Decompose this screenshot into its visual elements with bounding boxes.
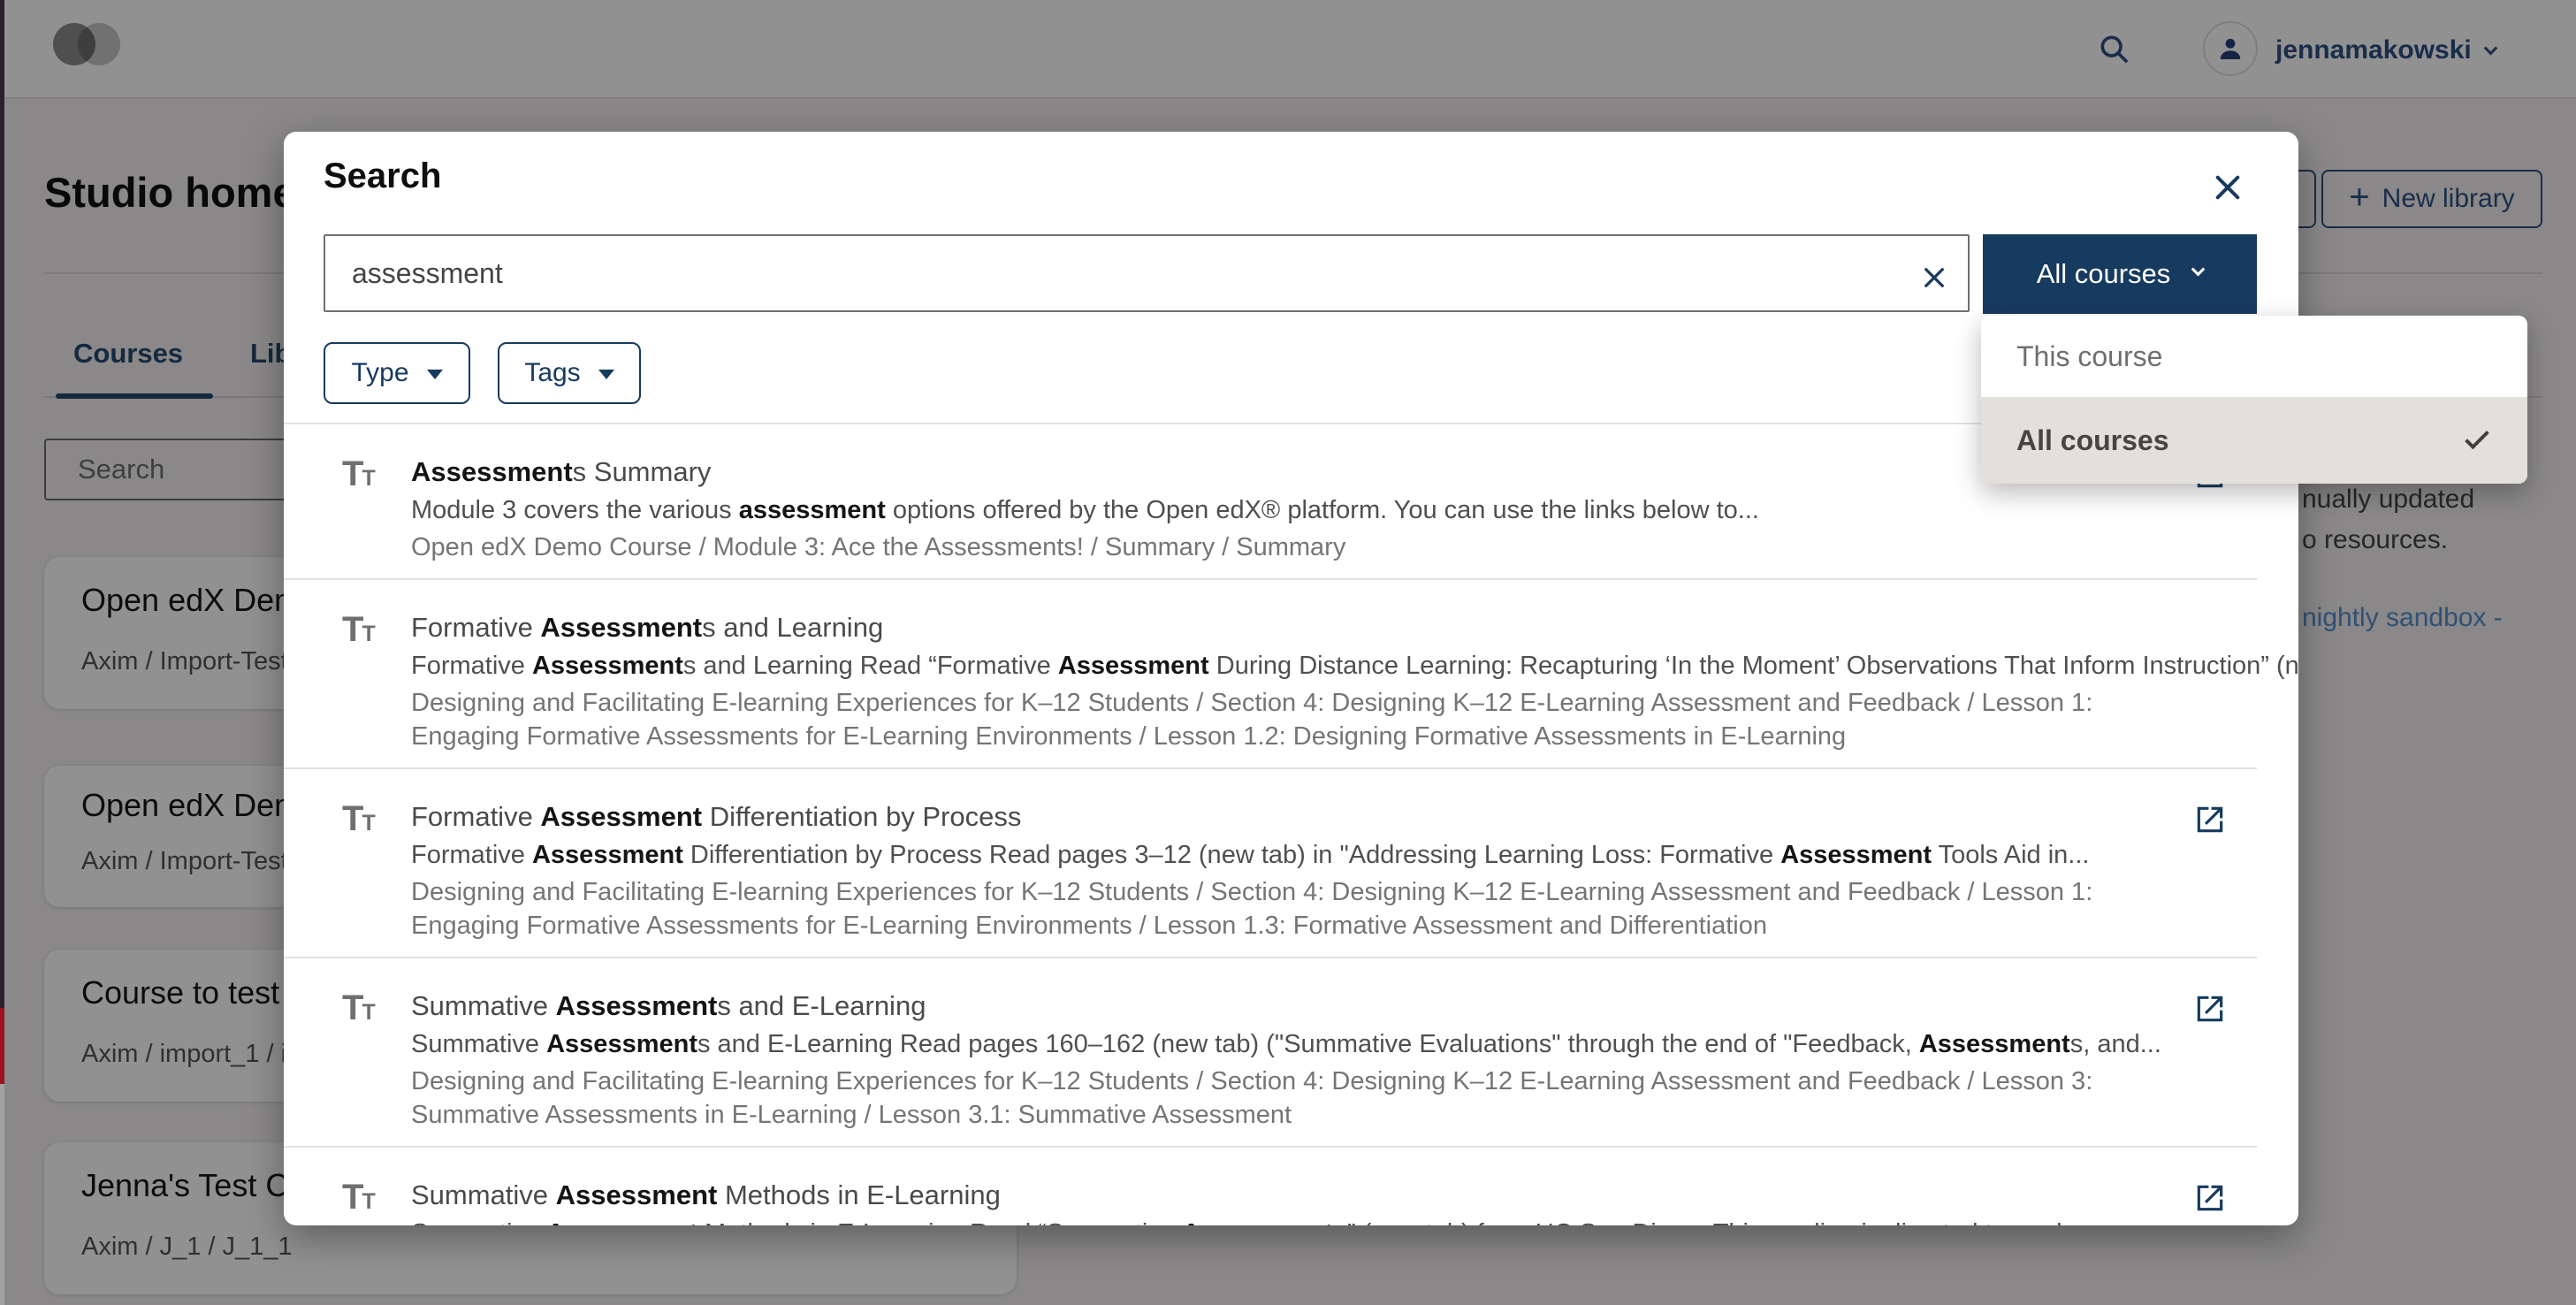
search-result-row[interactable]: TT Assessments Summary Module 3 covers t… bbox=[284, 424, 2257, 580]
text-block-icon: TT bbox=[342, 988, 374, 1028]
text-block-icon: TT bbox=[342, 799, 374, 839]
open-in-new-icon[interactable] bbox=[2193, 803, 2227, 836]
chevron-down-icon bbox=[2191, 262, 2206, 276]
modal-title: Search bbox=[324, 156, 441, 196]
tags-filter-label: Tags bbox=[524, 358, 580, 388]
result-description: Module 3 covers the various assessment o… bbox=[411, 492, 2151, 529]
scope-dropdown-button[interactable]: All courses bbox=[1983, 234, 2257, 314]
tags-filter-button[interactable]: Tags bbox=[498, 342, 641, 404]
search-modal: Search All courses Type Tags TT Assessme… bbox=[284, 132, 2298, 1225]
menu-item-label: All courses bbox=[2016, 424, 2169, 457]
modal-search-input[interactable] bbox=[324, 234, 1970, 312]
type-filter-button[interactable]: Type bbox=[324, 342, 470, 404]
text-block-icon: TT bbox=[342, 610, 374, 650]
caret-down-icon bbox=[427, 370, 443, 379]
result-description: Summative Assessment Methods in E-Learni… bbox=[411, 1215, 2151, 1225]
search-results-list: TT Assessments Summary Module 3 covers t… bbox=[284, 424, 2257, 1225]
open-in-new-icon[interactable] bbox=[2193, 1181, 2227, 1215]
menu-item-this-course[interactable]: This course bbox=[1981, 316, 2527, 397]
result-breadcrumb: Designing and Facilitating E-learning Ex… bbox=[411, 1065, 2151, 1132]
screen: jennamakowski Studio home Courses Librar… bbox=[0, 0, 2576, 1305]
open-in-new-icon[interactable] bbox=[2193, 992, 2227, 1026]
close-icon[interactable] bbox=[2213, 172, 2243, 202]
search-result-row[interactable]: TT Formative Assessment Differentiation … bbox=[284, 769, 2257, 958]
text-block-icon: TT bbox=[342, 1178, 374, 1217]
edge-strip-top bbox=[0, 0, 4, 1008]
search-result-row[interactable]: TT Formative Assessments and Learning Fo… bbox=[284, 580, 2257, 769]
scope-label: All courses bbox=[2037, 258, 2171, 290]
result-breadcrumb: Designing and Facilitating E-learning Ex… bbox=[411, 686, 2151, 753]
clear-search-icon[interactable] bbox=[1922, 265, 1947, 290]
window-edge-strip bbox=[0, 0, 4, 1305]
text-block-icon: TT bbox=[342, 454, 374, 494]
result-title: Summative Assessment Methods in E-Learni… bbox=[411, 1176, 2151, 1215]
edge-strip-red bbox=[0, 1008, 4, 1084]
type-filter-label: Type bbox=[351, 358, 408, 388]
caret-down-icon bbox=[598, 370, 614, 379]
result-title: Formative Assessments and Learning bbox=[411, 608, 2151, 647]
search-result-row[interactable]: TT Summative Assessments and E-Learning … bbox=[284, 958, 2257, 1148]
result-breadcrumb: Open edX Demo Course / Module 3: Ace the… bbox=[411, 530, 2151, 564]
checkmark-icon bbox=[2465, 424, 2489, 449]
result-description: Summative Assessments and E-Learning Rea… bbox=[411, 1026, 2151, 1063]
result-description: Formative Assessment Differentiation by … bbox=[411, 836, 2151, 874]
edge-strip-bottom bbox=[0, 1084, 4, 1305]
result-breadcrumb: Designing and Facilitating E-learning Ex… bbox=[411, 875, 2151, 942]
result-title: Formative Assessment Differentiation by … bbox=[411, 798, 2151, 836]
result-title: Summative Assessments and E-Learning bbox=[411, 987, 2151, 1026]
result-description: Formative Assessments and Learning Read … bbox=[411, 647, 2151, 684]
search-result-row[interactable]: TT Summative Assessment Methods in E-Lea… bbox=[284, 1148, 2257, 1225]
menu-item-label: This course bbox=[2016, 340, 2162, 373]
scope-dropdown-menu: This course All courses bbox=[1981, 316, 2527, 484]
result-title: Assessments Summary bbox=[411, 453, 2151, 492]
menu-item-all-courses[interactable]: All courses bbox=[1981, 397, 2527, 484]
